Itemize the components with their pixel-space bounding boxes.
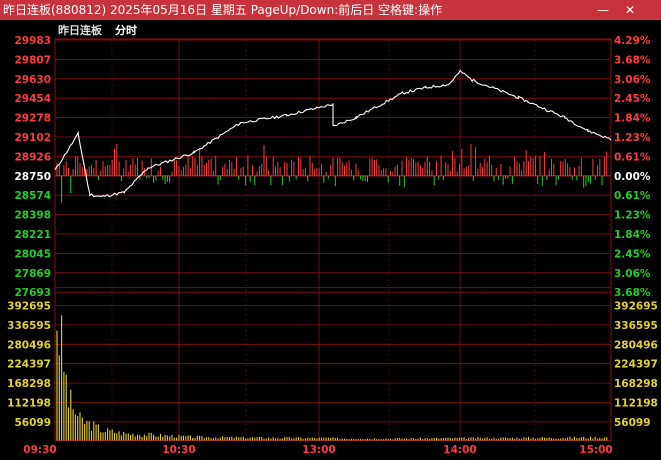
time-tick-label: 14:00 bbox=[443, 444, 476, 456]
percent-tick-label: 4.29% bbox=[614, 35, 651, 47]
price-tick-label: 29278 bbox=[14, 113, 51, 125]
percent-tick-label: 0.00% bbox=[614, 171, 651, 183]
price-tick-label: 29983 bbox=[14, 35, 51, 47]
percent-tick-label: 3.68% bbox=[614, 287, 651, 299]
volume-tick-label: 56099 bbox=[14, 417, 51, 429]
volume-tick-label-right: 112198 bbox=[614, 398, 658, 410]
volume-tick-label: 112198 bbox=[7, 398, 51, 410]
percent-tick-label: 1.23% bbox=[614, 210, 651, 222]
time-tick-label: 09:30 bbox=[23, 444, 56, 456]
close-icon[interactable]: ✕ bbox=[623, 3, 637, 17]
volume-tick-label-right: 224397 bbox=[614, 359, 658, 371]
price-tick-label: 29454 bbox=[14, 93, 51, 105]
price-tick-label: 28926 bbox=[14, 151, 51, 163]
percent-tick-label: 1.84% bbox=[614, 229, 651, 241]
minimize-icon[interactable]: — bbox=[596, 3, 610, 17]
volume-tick-label-right: 336595 bbox=[614, 320, 658, 332]
price-tick-label: 29102 bbox=[14, 132, 51, 144]
percent-tick-label: 1.23% bbox=[614, 132, 651, 144]
price-tick-label: 28045 bbox=[14, 248, 51, 260]
time-tick-label: 13:00 bbox=[302, 444, 335, 456]
price-tick-label: 29807 bbox=[14, 54, 51, 66]
price-tick-label: 27693 bbox=[14, 287, 51, 299]
volume-tick-label-right: 392695 bbox=[614, 301, 658, 313]
percent-tick-label: 3.06% bbox=[614, 74, 651, 86]
price-tick-label: 28750 bbox=[14, 171, 51, 183]
percent-tick-label: 2.45% bbox=[614, 248, 651, 260]
price-tick-label: 28574 bbox=[14, 190, 51, 202]
intraday-chart: 29983 4.29% 29807 3.68% 29630 3.06% 29454 2.45%… bbox=[7, 35, 658, 456]
time-tick-label: 15:00 bbox=[579, 444, 612, 456]
chart-frame bbox=[54, 38, 612, 441]
price-tick-label: 28398 bbox=[14, 210, 51, 222]
title-bar: 昨日连板(880812) 2025年05月16日 星期五 PageUp/Down… bbox=[0, 0, 661, 20]
volume-tick-label-right: 168298 bbox=[614, 378, 658, 390]
time-tick-label: 10:30 bbox=[162, 444, 195, 456]
percent-tick-label: 1.84% bbox=[614, 113, 651, 125]
volume-tick-label: 336595 bbox=[7, 320, 51, 332]
volume-tick-label-right: 280496 bbox=[614, 339, 658, 351]
percent-tick-label: 3.68% bbox=[614, 54, 651, 66]
volume-tick-label: 168298 bbox=[7, 378, 51, 390]
percent-tick-label: 3.06% bbox=[614, 268, 651, 280]
volume-tick-label: 224397 bbox=[7, 359, 51, 371]
window-title: 昨日连板(880812) 2025年05月16日 星期五 PageUp/Down… bbox=[3, 3, 443, 17]
percent-tick-label: 2.45% bbox=[614, 93, 651, 105]
price-tick-label: 28221 bbox=[14, 229, 51, 241]
price-tick-label: 27869 bbox=[14, 268, 51, 280]
percent-tick-label: 0.61% bbox=[614, 190, 651, 202]
volume-tick-label: 392695 bbox=[7, 301, 51, 313]
volume-tick-label: 280496 bbox=[7, 339, 51, 351]
price-tick-label: 29630 bbox=[14, 74, 51, 86]
percent-tick-label: 0.61% bbox=[614, 151, 651, 163]
price-line bbox=[54, 69, 612, 198]
volume-tick-label-right: 56099 bbox=[614, 417, 651, 429]
